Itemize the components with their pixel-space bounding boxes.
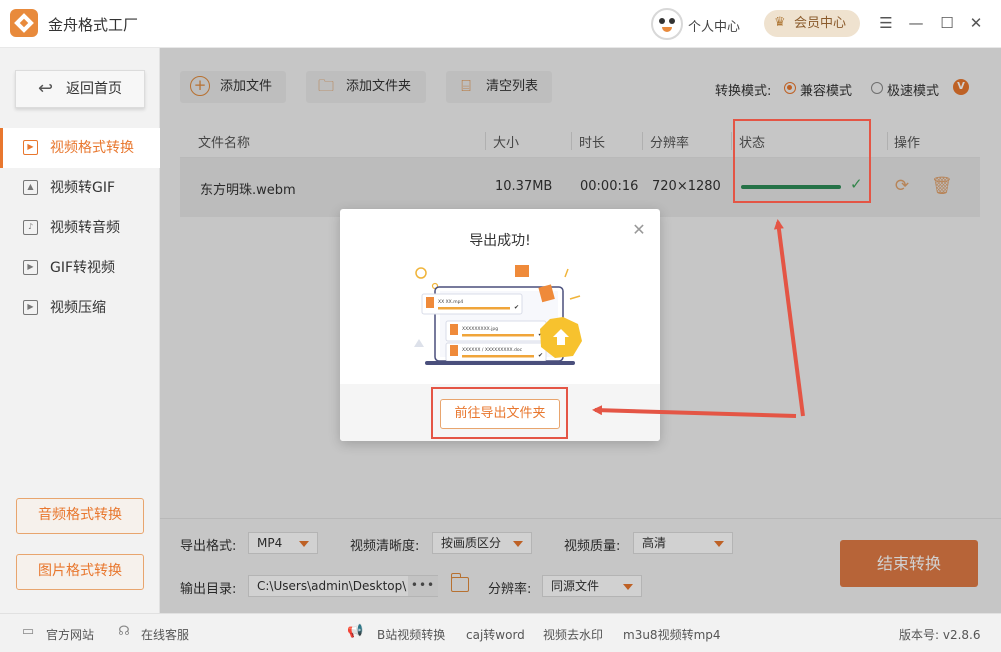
sidebar-item-label: 视频压缩 <box>50 300 106 316</box>
laptop-base <box>425 361 575 365</box>
decor-line <box>564 268 569 278</box>
file-name-3: XXXXXX / XXXXXXXXX.doc <box>462 347 523 353</box>
back-home-label: 返回首页 <box>66 81 122 97</box>
file-icon-3 <box>450 345 458 356</box>
vip-center-label: 会员中心 <box>794 16 847 31</box>
music-icon: ♪ <box>23 220 38 235</box>
personal-center-link[interactable]: 个人中心 <box>688 16 740 35</box>
sidebar-item-label: 视频格式转换 <box>50 140 134 156</box>
app-title: 金舟格式工厂 <box>48 16 139 34</box>
close-icon[interactable]: ✕ <box>630 221 648 239</box>
file-bar-3 <box>462 355 534 358</box>
footer: ▭ 官方网站 ☊ 在线客服 📢 B站视频转换 caj转word 视频去水印 m3… <box>0 613 1001 652</box>
footer-link-watermark[interactable]: 视频去水印 <box>543 626 603 643</box>
sidebar-item-video-to-audio[interactable]: ♪ 视频转音频 <box>0 208 160 248</box>
file-card-1 <box>421 293 523 315</box>
sidebar-item-label: GIF转视频 <box>50 260 116 276</box>
version-label: 版本号: v2.8.6 <box>899 628 981 642</box>
sidebar: ↩ 返回首页 ▶ 视频格式转换 ▲ 视频转GIF ♪ 视频转音频 ▶ GIF转视… <box>0 48 160 613</box>
app-logo-icon <box>10 9 38 37</box>
file-check-1: ✔ <box>514 304 519 311</box>
back-arrow-icon: ↩ <box>38 78 54 99</box>
compress-icon: ▶ <box>23 300 38 315</box>
decor-circle <box>415 267 427 279</box>
sidebar-item-video-convert[interactable]: ▶ 视频格式转换 <box>0 128 160 168</box>
avatar[interactable] <box>651 8 683 40</box>
title-bar: 金舟格式工厂 个人中心 ♛ 会员中心 ☰ — ☐ ✕ <box>0 0 1001 48</box>
footer-link-m3u8[interactable]: m3u8视频转mp4 <box>623 626 721 643</box>
decor-line <box>569 295 581 300</box>
decor-block <box>515 265 529 277</box>
headset-icon: ☊ <box>118 624 130 639</box>
file-check-3: ✔ <box>538 352 543 359</box>
status-highlight-box <box>733 119 871 203</box>
file-bar-1 <box>438 307 510 310</box>
decor-triangles <box>414 339 424 347</box>
sidebar-item-video-to-gif[interactable]: ▲ 视频转GIF <box>0 168 160 208</box>
back-home-button[interactable]: ↩ 返回首页 <box>15 70 145 108</box>
minimize-icon[interactable]: — <box>906 13 926 33</box>
close-window-icon[interactable]: ✕ <box>966 13 986 33</box>
button-highlight-box <box>431 387 568 439</box>
sidebar-item-video-compress[interactable]: ▶ 视频压缩 <box>0 288 160 328</box>
image-icon: ▲ <box>23 180 38 195</box>
file-name-2: XXXXXXXXX.jpg <box>462 326 498 332</box>
sidebar-item-label: 视频转GIF <box>50 180 116 196</box>
vip-center-button[interactable]: ♛ 会员中心 <box>764 10 860 37</box>
official-website-link[interactable]: 官方网站 <box>46 626 94 643</box>
menu-icon[interactable]: ☰ <box>876 13 896 33</box>
crown-icon: ♛ <box>774 15 786 30</box>
play-icon: ▶ <box>23 260 38 275</box>
footer-link-caj[interactable]: caj转word <box>466 626 525 643</box>
file-icon-2 <box>450 324 458 335</box>
megaphone-icon: 📢 <box>347 624 364 639</box>
image-convert-button[interactable]: 图片格式转换 <box>16 554 144 590</box>
dialog-title: 导出成功! <box>469 233 531 249</box>
play-icon: ▶ <box>23 140 38 155</box>
file-bar-2 <box>462 334 534 337</box>
monitor-icon: ▭ <box>21 624 35 639</box>
file-name-1: XX XX.mp4 <box>438 299 463 305</box>
footer-link-bilibili[interactable]: B站视频转换 <box>377 626 445 643</box>
export-illustration: XX XX.mp4 ✔ XXXXXXXXX.jpg ✔ XXXXXX / XXX… <box>414 265 582 365</box>
sidebar-item-gif-to-video[interactable]: ▶ GIF转视频 <box>0 248 160 288</box>
sidebar-item-label: 视频转音频 <box>50 220 120 236</box>
maximize-icon[interactable]: ☐ <box>937 13 957 33</box>
online-support-link[interactable]: 在线客服 <box>141 626 189 643</box>
audio-convert-button[interactable]: 音频格式转换 <box>16 498 144 534</box>
file-icon-1 <box>426 297 434 308</box>
